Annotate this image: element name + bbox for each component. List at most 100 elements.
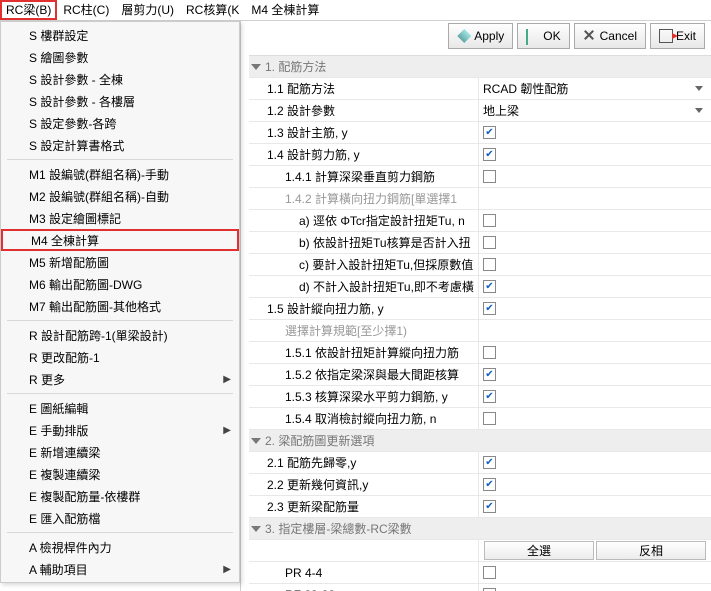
menu-item-12[interactable]: M6 輸出配筋圖-DWG xyxy=(1,273,239,295)
checkbox[interactable] xyxy=(483,390,496,403)
menu-item-27[interactable]: A 輔助項目▶ xyxy=(1,558,239,580)
menu-item-19[interactable]: E 圖紙編輯 xyxy=(1,397,239,419)
grid-row-9: c) 要計入設計扭矩Tu,但採原數值 xyxy=(249,254,711,276)
row-value xyxy=(479,496,711,517)
checkbox[interactable] xyxy=(483,412,496,425)
menu-item-24[interactable]: E 匯入配筋檔 xyxy=(1,507,239,529)
menu-item-label: S 繪圖參數 xyxy=(29,49,88,66)
checkbox[interactable] xyxy=(483,346,496,359)
menu-item-13[interactable]: M7 輸出配筋圖-其他格式 xyxy=(1,295,239,317)
menu-item-7[interactable]: M1 設編號(群組名稱)-手動 xyxy=(1,163,239,185)
checkbox[interactable] xyxy=(483,214,496,227)
checkbox[interactable] xyxy=(483,500,496,513)
menu-item-23[interactable]: E 複製配筋量-依樓群 xyxy=(1,485,239,507)
checkbox[interactable] xyxy=(483,170,496,183)
section-header[interactable]: 1. 配筋方法 xyxy=(249,56,711,77)
menu-item-5[interactable]: S 設定計算書格式 xyxy=(1,134,239,156)
menu-4[interactable]: M4 全棟計算 xyxy=(245,0,325,20)
menu-item-label: S 樓群設定 xyxy=(29,27,88,44)
menu-0[interactable]: RC梁(B) xyxy=(0,0,57,20)
section-header[interactable]: 3. 指定樓層-梁總數-RC梁數 xyxy=(249,518,711,539)
invert-button[interactable]: 反相 xyxy=(596,541,706,560)
ok-button[interactable]: OK xyxy=(517,23,569,49)
row-label-text: b) 依設計扭矩Tu核算是否計入扭 xyxy=(249,234,471,251)
row-label-text: 1.4 設計剪力筋, y xyxy=(249,146,360,163)
dropdown-value: 地上梁 xyxy=(483,102,519,119)
menu-item-3[interactable]: S 設計參數 - 各樓層 xyxy=(1,90,239,112)
row-label-text: 1.5 設計縱向扭力筋, y xyxy=(249,300,384,317)
menu-item-26[interactable]: A 檢視桿件內力 xyxy=(1,536,239,558)
row-value xyxy=(479,584,711,591)
menu-item-22[interactable]: E 複製連續梁 xyxy=(1,463,239,485)
menu-item-16[interactable]: R 更改配筋-1 xyxy=(1,346,239,368)
row-value xyxy=(479,298,711,319)
grid-row-24: RF 23-23 xyxy=(249,584,711,591)
menu-1[interactable]: RC柱(C) xyxy=(57,0,115,20)
checkbox[interactable] xyxy=(483,258,496,271)
menu-item-17[interactable]: R 更多 ▶ xyxy=(1,368,239,390)
checkbox[interactable] xyxy=(483,302,496,315)
row-label: 1.3 設計主筋, y xyxy=(249,122,479,143)
menu-item-9[interactable]: M3 設定繪圖標記 xyxy=(1,207,239,229)
row-value: 全選反相 xyxy=(479,540,711,561)
menu-item-label: M2 設編號(群組名稱)-自動 xyxy=(29,188,169,205)
menu-item-8[interactable]: M2 設編號(群組名稱)-自動 xyxy=(1,185,239,207)
menu-item-label: M5 新增配筋圖 xyxy=(29,254,109,271)
row-label: RF 23-23 xyxy=(249,584,479,591)
menu-item-20[interactable]: E 手動排版▶ xyxy=(1,419,239,441)
menu-item-label: M6 輸出配筋圖-DWG xyxy=(29,276,142,293)
menu-item-label: A 檢視桿件內力 xyxy=(29,539,112,556)
menu-item-0[interactable]: S 樓群設定 xyxy=(1,24,239,46)
checkbox[interactable] xyxy=(483,368,496,381)
row-value xyxy=(479,320,711,341)
row-label: b) 依設計扭矩Tu核算是否計入扭 xyxy=(249,232,479,253)
row-label-text: 2.2 更新幾何資訊,y xyxy=(249,476,368,493)
row-label-text: 1.3 設計主筋, y xyxy=(249,124,348,141)
grid-row-4: 1.4 設計剪力筋, y xyxy=(249,144,711,166)
grid-row-16: 1.5.4 取消檢討縱向扭力筋, n xyxy=(249,408,711,430)
menu-item-1[interactable]: S 繪圖參數 xyxy=(1,46,239,68)
menu-2[interactable]: 層剪力(U) xyxy=(115,0,180,20)
menubar: RC梁(B)RC柱(C)層剪力(U)RC核算(KM4 全棟計算 xyxy=(0,0,711,21)
menu-item-10[interactable]: M4 全棟計算 xyxy=(1,229,239,251)
row-label-text: 1.1 配筋方法 xyxy=(249,80,335,97)
menu-item-label: R 更多 xyxy=(29,371,65,388)
apply-button[interactable]: Apply xyxy=(448,23,513,49)
menu-item-15[interactable]: R 設計配筋跨-1(單梁設計) xyxy=(1,324,239,346)
exit-button[interactable]: Exit xyxy=(650,23,705,49)
row-label: 1.4.2 計算橫向扭力鋼筋[單選擇1 xyxy=(249,188,479,209)
grid-row-23: PR 4-4 xyxy=(249,562,711,584)
row-value xyxy=(479,276,711,297)
cancel-icon xyxy=(583,29,597,43)
grid-row-22: 全選反相 xyxy=(249,540,711,562)
row-label-text: 1.5.3 核算深梁水平剪力鋼筋, y xyxy=(249,388,448,405)
apply-icon xyxy=(457,29,471,43)
row-label: 2.2 更新幾何資訊,y xyxy=(249,474,479,495)
row-value xyxy=(479,342,711,363)
menu-item-4[interactable]: S 設定參數-各跨 xyxy=(1,112,239,134)
menu-item-label: M7 輸出配筋圖-其他格式 xyxy=(29,298,161,315)
select-all-button[interactable]: 全選 xyxy=(484,541,594,560)
checkbox[interactable] xyxy=(483,456,496,469)
menu-3[interactable]: RC核算(K xyxy=(180,0,245,20)
row-value xyxy=(479,210,711,231)
dropdown-value: RCAD 韌性配筋 xyxy=(483,80,568,97)
checkbox[interactable] xyxy=(483,566,496,579)
section-header[interactable]: 2. 梁配筋圖更新選項 xyxy=(249,430,711,451)
property-grid[interactable]: 1. 配筋方法1.1 配筋方法RCAD 韌性配筋1.2 設計參數地上梁1.3 設… xyxy=(249,55,711,591)
submenu-arrow-icon: ▶ xyxy=(223,374,231,385)
dropdown-cell[interactable]: 地上梁 xyxy=(483,100,707,121)
checkbox[interactable] xyxy=(483,478,496,491)
menu-separator xyxy=(7,393,233,394)
checkbox[interactable] xyxy=(483,148,496,161)
menu-item-11[interactable]: M5 新增配筋圖 xyxy=(1,251,239,273)
menu-item-21[interactable]: E 新增連續梁 xyxy=(1,441,239,463)
rc-beam-dropdown: S 樓群設定 S 繪圖參數 S 設計參數 - 全棟S 設計參數 - 各樓層S 設定參… xyxy=(0,21,240,583)
dropdown-cell[interactable]: RCAD 韌性配筋 xyxy=(483,78,707,99)
checkbox[interactable] xyxy=(483,236,496,249)
checkbox[interactable] xyxy=(483,280,496,293)
cancel-button[interactable]: Cancel xyxy=(574,23,646,49)
checkbox[interactable] xyxy=(483,126,496,139)
menu-item-2[interactable]: S 設計參數 - 全棟 xyxy=(1,68,239,90)
row-label: 1.4 設計剪力筋, y xyxy=(249,144,479,165)
